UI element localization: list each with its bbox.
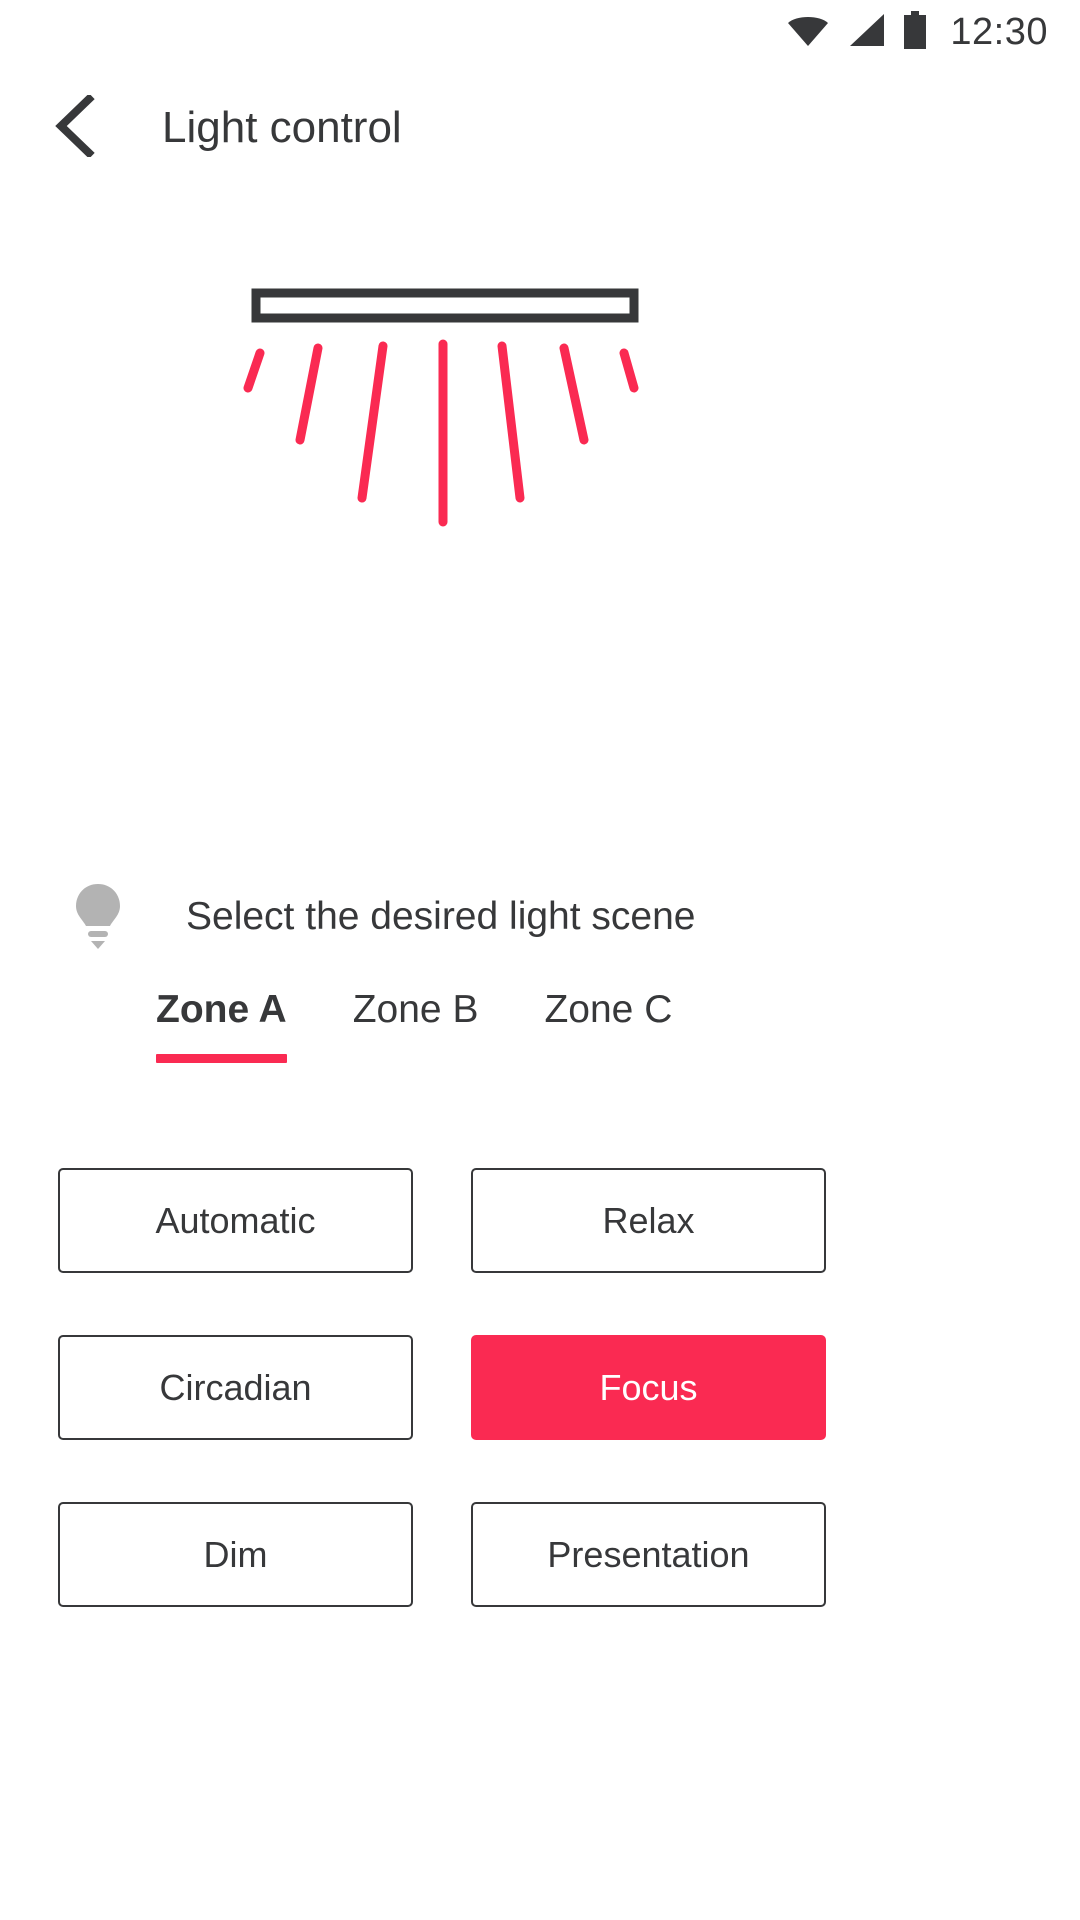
wifi-icon [786,12,830,53]
tab-zone-a[interactable]: Zone A [156,990,287,1063]
tab-zone-c[interactable]: Zone C [544,990,672,1063]
scene-hint-row: Select the desired light scene [0,868,1080,964]
app-bar: Light control [0,80,1080,176]
battery-icon [902,10,928,54]
chevron-left-icon [53,92,99,162]
scene-hint-text: Select the desired light scene [186,894,696,938]
status-bar-icons [786,10,928,54]
signal-icon [846,12,886,53]
scene-button-grid: Automatic Relax Circadian Focus Dim Pres… [58,1168,826,1607]
back-button[interactable] [28,80,124,176]
lightbulb-icon [62,882,134,950]
scene-button-circadian[interactable]: Circadian [58,1335,413,1440]
scene-button-focus[interactable]: Focus [471,1335,826,1440]
tab-zone-a-label: Zone A [156,988,287,1031]
page-title: Light control [162,103,402,152]
tab-active-indicator [156,1054,287,1063]
tab-zone-c-label: Zone C [544,988,673,1031]
scene-button-relax[interactable]: Relax [471,1168,826,1273]
tab-zone-b[interactable]: Zone B [353,990,479,1063]
scene-button-automatic[interactable]: Automatic [58,1168,413,1273]
scene-button-presentation[interactable]: Presentation [471,1502,826,1607]
scene-button-dim[interactable]: Dim [58,1502,413,1607]
status-bar-clock: 12:30 [950,11,1048,53]
tab-zone-b-label: Zone B [352,988,479,1031]
status-bar: 12:30 [0,0,1080,64]
ceiling-light-illustration [0,260,1080,570]
zone-tabs: Zone A Zone B Zone C [156,990,672,1063]
light-rays [243,339,639,527]
